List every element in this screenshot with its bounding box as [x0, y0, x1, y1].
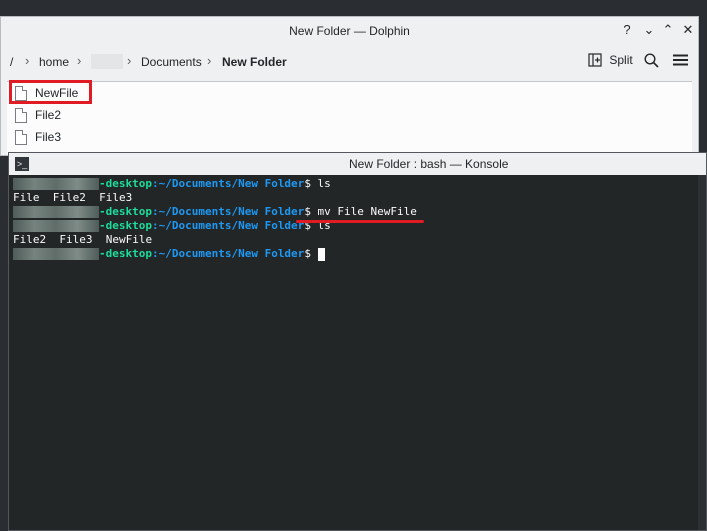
close-button[interactable]: ✕ [680, 22, 696, 38]
minimize-button[interactable]: ⌄ [641, 22, 657, 38]
location-bar: / › home › › Documents › New Folder Spli… [1, 45, 698, 81]
chevron-right-icon: › [207, 53, 212, 68]
konsole-window: >_ New Folder : bash — Konsole -desktop:… [8, 152, 707, 531]
terminal-cursor [317, 247, 325, 261]
split-label: Split [609, 53, 633, 67]
breadcrumb-root[interactable]: / [10, 55, 13, 69]
dolphin-window: New Folder — Dolphin ? ⌄ ⌃ ✕ / › home › … [0, 16, 699, 156]
dolphin-window-title: New Folder — Dolphin [289, 24, 410, 38]
file-icon [15, 107, 27, 123]
hamburger-menu-icon [673, 54, 688, 66]
breadcrumb-home[interactable]: home [39, 55, 69, 69]
terminal-output-line: File File2 File3 [13, 191, 133, 204]
help-button[interactable]: ? [619, 22, 635, 37]
terminal-prompt-line: -desktop:~/Documents/New Folder$ ls [13, 177, 331, 191]
chevron-right-icon: › [127, 53, 132, 68]
redacted-username [13, 248, 99, 260]
redacted-username [13, 178, 99, 190]
file-view[interactable]: NewFile File2 File3 [7, 81, 692, 155]
chevron-right-icon: › [25, 53, 30, 68]
menu-button[interactable] [673, 53, 688, 70]
redacted-username [13, 220, 99, 232]
maximize-button[interactable]: ⌃ [660, 22, 676, 38]
breadcrumb-documents[interactable]: Documents [141, 55, 202, 69]
breadcrumb-current[interactable]: New Folder [222, 55, 287, 69]
file-item[interactable]: File2 [15, 105, 61, 125]
konsole-window-title: New Folder : bash — Konsole [349, 157, 509, 171]
redacted-username [13, 206, 99, 218]
annotation-underline [296, 220, 424, 223]
file-item[interactable]: File3 [15, 127, 61, 147]
breadcrumb-user-redacted[interactable] [91, 54, 123, 69]
terminal-output-line: File2 File3 NewFile [13, 233, 153, 246]
split-button[interactable]: Split [588, 53, 633, 67]
terminal-app-icon: >_ [15, 157, 29, 171]
search-icon [644, 53, 659, 68]
file-icon [15, 129, 27, 145]
dolphin-titlebar: New Folder — Dolphin ? ⌄ ⌃ ✕ [1, 17, 698, 45]
file-name: File3 [35, 130, 62, 144]
konsole-titlebar: >_ New Folder : bash — Konsole [9, 153, 706, 175]
search-button[interactable] [644, 53, 659, 71]
split-icon [588, 53, 602, 67]
terminal-prompt-line: -desktop:~/Documents/New Folder$ ls [13, 219, 331, 233]
terminal-prompt-line: -desktop:~/Documents/New Folder$ mv File… [13, 205, 417, 219]
file-name: File2 [35, 108, 62, 122]
terminal-output[interactable]: -desktop:~/Documents/New Folder$ ls File… [13, 177, 706, 530]
annotation-highlight-box [9, 80, 92, 104]
chevron-right-icon: › [77, 53, 82, 68]
terminal-prompt-line: -desktop:~/Documents/New Folder$ [13, 247, 325, 261]
